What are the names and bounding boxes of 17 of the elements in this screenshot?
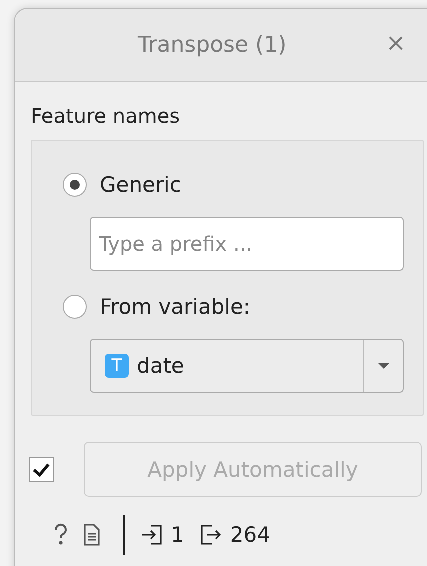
output-count: 264 [230,523,270,547]
section-title: Feature names [31,104,182,128]
radio-label[interactable]: Generic [100,173,182,197]
window-title: Transpose (1) [138,32,287,58]
prefix-input-field[interactable]: Type a prefix ... [90,217,404,271]
input-icon [141,523,163,547]
help-icon[interactable] [53,523,69,547]
text-type-icon: T [105,354,129,378]
dropdown-value: date [137,354,186,378]
close-button[interactable]: × [386,31,406,55]
variable-dropdown[interactable]: T date [90,339,404,393]
document-icon[interactable] [83,523,101,547]
input-count: 1 [171,523,184,547]
radio-button[interactable] [63,173,87,197]
radio-button[interactable] [63,295,87,319]
radio-label[interactable]: From variable: [100,295,250,319]
output-icon [200,523,222,547]
